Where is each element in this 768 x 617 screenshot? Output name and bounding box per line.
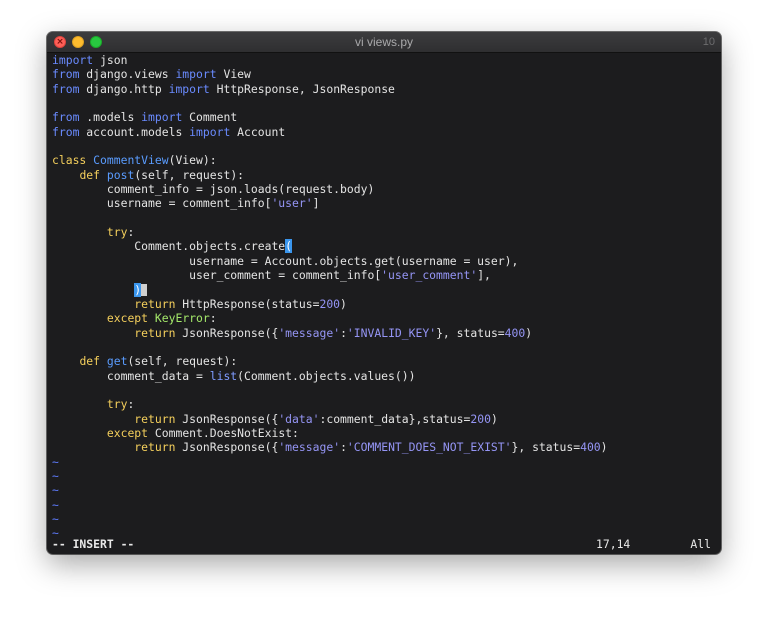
code-line-1: import json — [52, 53, 128, 67]
mode-indicator: -- INSERT -- — [52, 537, 135, 551]
text-cursor — [141, 283, 148, 296]
code-line-3: from django.http import HttpResponse, Js… — [52, 81, 395, 96]
empty-line-marker: ~ — [52, 497, 59, 512]
code-line-28: return JsonResponse({'message':'COMMENT_… — [134, 440, 608, 455]
code-line-23: comment_data = list(Comment.objects.valu… — [52, 368, 416, 383]
code-line-20: return JsonResponse({'message':'INVALID_… — [134, 325, 533, 340]
code-line-6: from account.models import Account — [52, 124, 286, 139]
code-line-14: Comment.objects.create( — [52, 239, 293, 254]
code-line-22: def get(self, request): — [79, 354, 238, 369]
code-line-19: except KeyError: — [106, 311, 217, 326]
code-editor[interactable]: import json from django.views import Vie… — [52, 53, 716, 540]
empty-line-marker: ~ — [52, 454, 59, 469]
empty-line-marker: ~ — [52, 512, 59, 526]
code-line-25: try: — [106, 397, 135, 412]
tab-number: 10 — [702, 36, 715, 48]
empty-line-marker: ~ — [52, 468, 59, 483]
matching-paren: ( — [285, 239, 293, 254]
empty-line-marker: ~ — [52, 483, 59, 498]
code-line-10: comment_info = json.loads(request.body) — [52, 182, 375, 197]
status-line: -- INSERT -- 17,14 All — [52, 537, 716, 552]
matching-paren-close: ) — [134, 282, 142, 297]
code-line-8: class CommentView(View): — [52, 153, 217, 168]
scroll-position: All — [690, 537, 711, 551]
code-line-2: from django.views import View — [52, 67, 251, 82]
code-line-26: return JsonResponse({'data':comment_data… — [134, 411, 498, 426]
code-line-5: from .models import Comment — [52, 110, 238, 125]
code-line-11: username = comment_info['user'] — [52, 196, 320, 211]
code-line-17: ) — [52, 282, 716, 297]
window-title: vi views.py — [354, 35, 413, 49]
code-line-16: user_comment = comment_info['user_commen… — [52, 268, 491, 283]
terminal-window: × vi views.py 10 import json from django… — [47, 32, 721, 554]
code-line-15: username = Account.objects.get(username … — [52, 253, 519, 268]
title-bar[interactable]: × vi views.py 10 — [47, 32, 721, 53]
code-line-9: def post(self, request): — [79, 167, 245, 182]
cursor-position: 17,14 — [596, 537, 631, 551]
code-line-18: return HttpResponse(status=200) — [134, 296, 347, 311]
code-line-13: try: — [106, 225, 135, 240]
code-line-27: except Comment.DoesNotExist: — [106, 425, 299, 440]
